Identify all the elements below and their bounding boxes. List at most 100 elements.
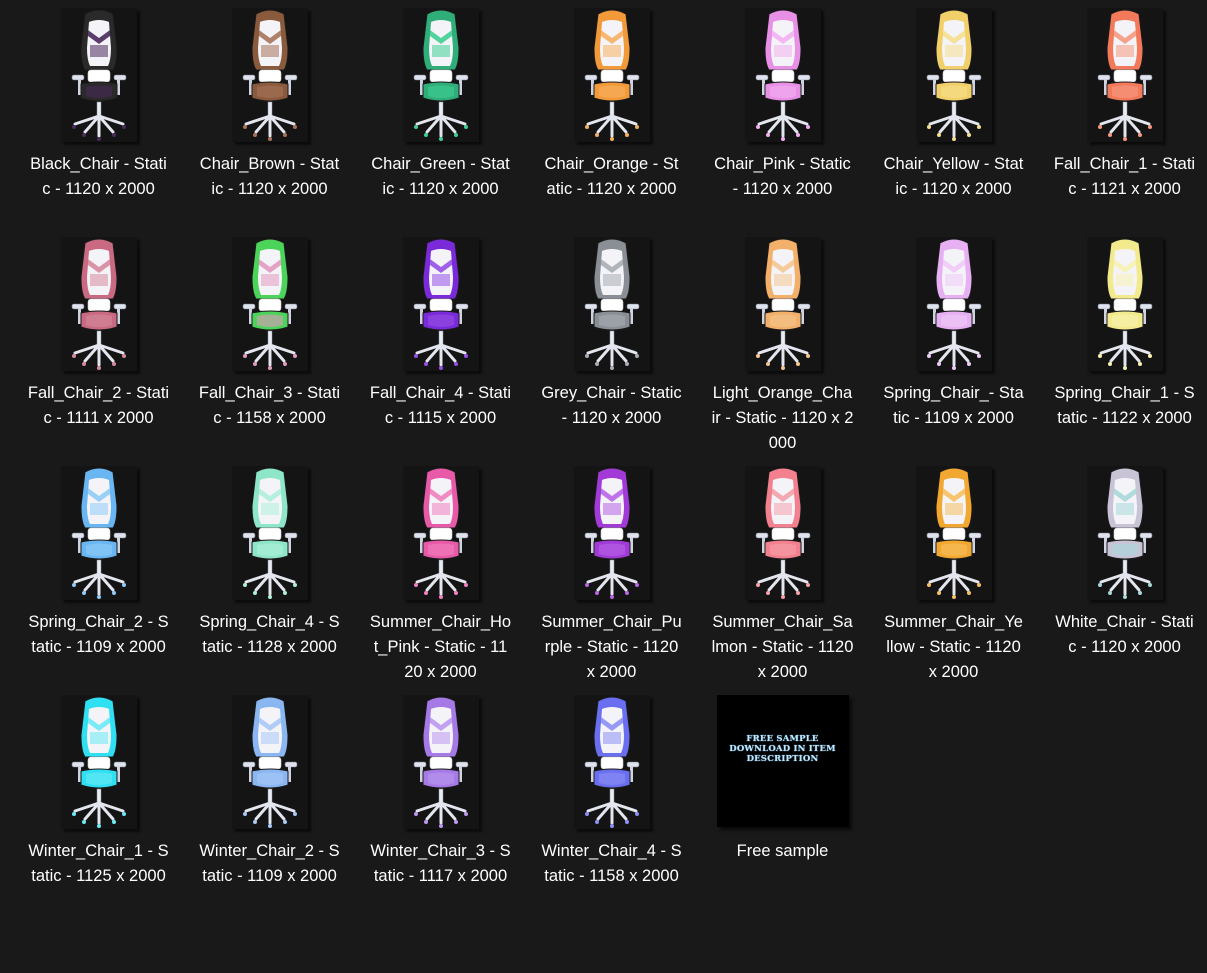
file-name: Chair_Pink - Static - 1120 x 2000 [714,155,851,198]
thumbnail-image [402,695,479,829]
file-thumbnail [887,8,1021,142]
file-thumbnail [374,695,508,829]
file-item[interactable]: Chair_Pink - Static - 1120 x 2000 [697,8,868,237]
file-name: Fall_Chair_2 - Static - 1111 x 2000 [27,384,170,427]
file-item[interactable]: Winter_Chair_4 - Static - 1158 x 2000 [526,695,697,924]
file-item[interactable]: White_Chair - Static - 1120 x 2000 [1039,466,1207,695]
chair-icon [755,9,810,141]
file-thumbnail [716,8,850,142]
chair-icon [584,696,639,828]
file-item[interactable]: Chair_Brown - Static - 1120 x 2000 [184,8,355,237]
thumb-text-line: DOWNLOAD IN ITEM [729,743,836,754]
file-thumbnail [545,695,679,829]
file-name: Fall_Chair_1 - Static - 1121 x 2000 [1053,155,1196,198]
thumbnail-image [402,8,479,142]
file-name: Winter_Chair_4 - Static - 1158 x 2000 [541,842,682,885]
thumbnail-image [1086,237,1163,371]
chair-icon [242,467,297,599]
file-thumbnail [1058,466,1192,600]
file-thumbnail [32,8,166,142]
file-thumbnail [203,466,337,600]
file-thumbnail [203,695,337,829]
file-item[interactable]: Winter_Chair_1 - Static - 1125 x 2000 [13,695,184,924]
file-item[interactable]: Spring_Chair_- Static - 1109 x 2000 [868,237,1039,466]
file-item[interactable]: Chair_Yellow - Static - 1120 x 2000 [868,8,1039,237]
chair-icon [755,467,810,599]
file-name: Spring_Chair_1 - Static - 1122 x 2000 [1054,384,1195,427]
file-item[interactable]: Spring_Chair_4 - Static - 1128 x 2000 [184,466,355,695]
file-item[interactable]: Light_Orange_Chair - Static - 1120 x 200… [697,237,868,466]
thumbnail-image [60,466,137,600]
chair-icon [584,467,639,599]
thumbnail-image [744,8,821,142]
thumbnail-image [60,695,137,829]
thumbnail-image [915,8,992,142]
file-name: Chair_Brown - Static - 1120 x 2000 [199,155,340,198]
file-item[interactable]: Chair_Orange - Static - 1120 x 2000 [526,8,697,237]
file-item[interactable]: Black_Chair - Static - 1120 x 2000 [13,8,184,237]
thumbnail-image [231,466,308,600]
file-thumbnail [1058,237,1192,371]
file-item[interactable]: Fall_Chair_2 - Static - 1111 x 2000 [13,237,184,466]
file-name: Winter_Chair_1 - Static - 1125 x 2000 [28,842,169,885]
chair-icon [584,9,639,141]
chair-icon [242,238,297,370]
file-item[interactable]: Summer_Chair_Hot_Pink - Static - 1120 x … [355,466,526,695]
file-name: Winter_Chair_3 - Static - 1117 x 2000 [370,842,511,885]
file-grid: Black_Chair - Static - 1120 x 2000 Chair_… [13,8,1203,924]
file-name: Summer_Chair_Salmon - Static - 1120 x 20… [711,613,854,681]
file-name: Grey_Chair - Static - 1120 x 2000 [541,384,682,427]
file-item[interactable]: Summer_Chair_Salmon - Static - 1120 x 20… [697,466,868,695]
thumbnail-image [744,237,821,371]
chair-icon [71,696,126,828]
thumbnail-image [402,237,479,371]
chair-icon [1097,9,1152,141]
thumbnail-image [231,695,308,829]
chair-icon [71,467,126,599]
file-name: Summer_Chair_Yellow - Static - 1120 x 20… [884,613,1023,681]
file-item-free-sample[interactable]: FREE SAMPLE DOWNLOAD IN ITEM DESCRIPTION Fr… [697,695,868,924]
file-item[interactable]: Fall_Chair_3 - Static - 1158 x 2000 [184,237,355,466]
file-thumbnail [545,237,679,371]
file-item[interactable]: Fall_Chair_1 - Static - 1121 x 2000 [1039,8,1207,237]
chair-icon [1097,467,1152,599]
thumbnail-image [915,237,992,371]
file-thumbnail [887,237,1021,371]
chair-icon [1097,238,1152,370]
file-item[interactable]: Chair_Green - Static - 1120 x 2000 [355,8,526,237]
chair-icon [584,238,639,370]
chair-icon [242,9,297,141]
thumbnail-image [744,466,821,600]
file-thumbnail [545,466,679,600]
file-item[interactable]: Fall_Chair_4 - Static - 1115 x 2000 [355,237,526,466]
file-name: Summer_Chair_Purple - Static - 1120 x 20… [541,613,682,681]
chair-icon [413,696,468,828]
file-item[interactable]: Summer_Chair_Yellow - Static - 1120 x 20… [868,466,1039,695]
thumbnail-image [231,8,308,142]
file-thumbnail [887,466,1021,600]
file-item[interactable]: Spring_Chair_1 - Static - 1122 x 2000 [1039,237,1207,466]
file-thumbnail [32,466,166,600]
file-name: Fall_Chair_3 - Static - 1158 x 2000 [198,384,341,427]
file-name: Winter_Chair_2 - Static - 1109 x 2000 [199,842,340,885]
chair-icon [926,467,981,599]
file-item[interactable]: Winter_Chair_3 - Static - 1117 x 2000 [355,695,526,924]
file-item[interactable]: Grey_Chair - Static - 1120 x 2000 [526,237,697,466]
chair-icon [413,238,468,370]
chair-icon [755,238,810,370]
chair-icon [413,9,468,141]
file-item[interactable]: Winter_Chair_2 - Static - 1109 x 2000 [184,695,355,924]
file-name: Free sample [736,842,829,860]
file-name: Chair_Orange - Static - 1120 x 2000 [544,155,679,198]
file-thumbnail [1058,8,1192,142]
free-sample-thumb-text: FREE SAMPLE DOWNLOAD IN ITEM DESCRIPTION [729,734,836,764]
chair-icon [926,9,981,141]
file-name: White_Chair - Static - 1120 x 2000 [1055,613,1194,656]
thumbnail-image [573,237,650,371]
thumbnail-image [1086,8,1163,142]
file-name: Chair_Yellow - Static - 1120 x 2000 [883,155,1024,198]
file-item[interactable]: Summer_Chair_Purple - Static - 1120 x 20… [526,466,697,695]
file-name: Summer_Chair_Hot_Pink - Static - 1120 x … [369,613,512,681]
file-item[interactable]: Spring_Chair_2 - Static - 1109 x 2000 [13,466,184,695]
file-thumbnail [716,237,850,371]
